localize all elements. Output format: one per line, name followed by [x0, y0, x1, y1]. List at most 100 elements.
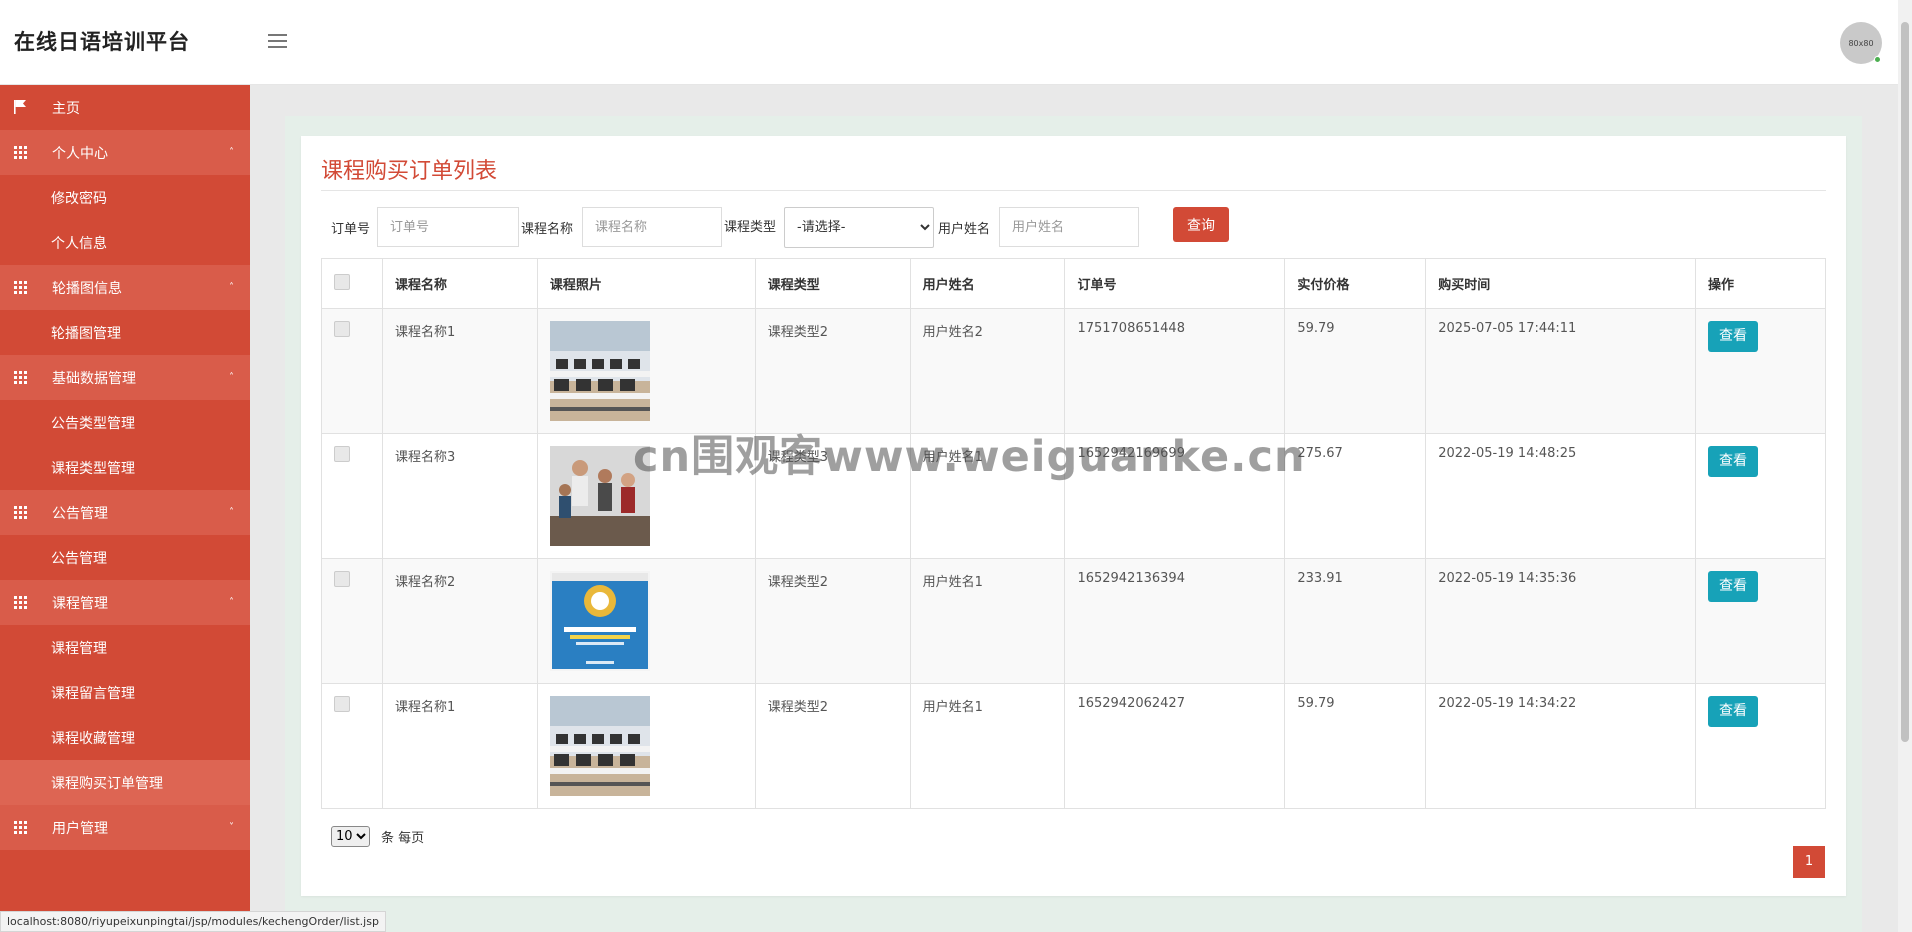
column-header: 课程照片: [536, 258, 756, 309]
top-header: 在线日语培训平台 80x80: [0, 0, 1898, 85]
order-no-cell: 1652942136394: [1064, 558, 1286, 684]
sidebar-item[interactable]: 个人信息: [0, 220, 250, 265]
course-type-cell: 课程类型2: [754, 308, 911, 434]
sidebar-item[interactable]: 课程购买订单管理: [0, 760, 250, 805]
sidebar-group[interactable]: 课程管理 ˄: [0, 580, 250, 625]
course-photo-cell: [536, 683, 756, 809]
caret-icon: ˄: [229, 372, 234, 383]
column-header: 操作: [1695, 258, 1826, 309]
course-type-label: 课程类型: [724, 220, 777, 235]
sidebar-group-label: 个人中心: [52, 145, 108, 162]
app-title: 在线日语培训平台: [14, 30, 190, 54]
purchase-time-cell: 2025-07-05 17:44:11: [1425, 308, 1697, 434]
user-name-cell: 用户姓名2: [909, 308, 1066, 434]
sidebar-item[interactable]: 公告管理: [0, 535, 250, 580]
column-header: 课程名称: [381, 258, 538, 309]
sidebar-item[interactable]: 修改密码: [0, 175, 250, 220]
course-name-input[interactable]: [582, 207, 722, 247]
row-checkbox[interactable]: [334, 446, 350, 462]
user-name-cell: 用户姓名1: [909, 558, 1066, 684]
course-photo-cell: [536, 308, 756, 434]
menu-toggle-icon[interactable]: [268, 34, 287, 49]
sidebar-group[interactable]: 轮播图信息 ˄: [0, 265, 250, 310]
grid-icon: [14, 821, 27, 834]
action-cell: 查看: [1695, 433, 1826, 559]
view-button[interactable]: 查看: [1708, 571, 1759, 602]
sidebar-item[interactable]: 轮播图管理: [0, 310, 250, 355]
order-no-cell: 1751708651448: [1064, 308, 1286, 434]
order-no-cell: 1652942062427: [1064, 683, 1286, 809]
row-checkbox[interactable]: [334, 571, 350, 587]
select-all-cell: [321, 258, 383, 309]
user-name-cell: 用户姓名1: [909, 683, 1066, 809]
view-button[interactable]: 查看: [1708, 446, 1759, 477]
course-photo: [549, 696, 650, 796]
page-size-select[interactable]: 10: [331, 826, 370, 847]
sidebar-item-home[interactable]: 主页: [0, 85, 250, 130]
orders-table: 课程名称 课程照片 课程类型 用户姓名 订单号 实付价格 购买时间 操作 课程名…: [321, 258, 1826, 809]
course-name-label: 课程名称: [521, 222, 574, 237]
sidebar-group-label: 轮播图信息: [52, 280, 122, 297]
action-cell: 查看: [1695, 683, 1826, 809]
watermark: cn围观客www.weiguanke.cn: [633, 432, 1306, 482]
select-cell: [321, 433, 383, 559]
scrollbar-thumb[interactable]: [1901, 22, 1909, 742]
select-all-checkbox[interactable]: [334, 273, 350, 290]
table-row: 课程名称1 课程类型2 用户姓名2 1751708651448 59.79 2025-07…: [321, 308, 1826, 434]
view-button[interactable]: 查看: [1708, 321, 1759, 352]
sidebar-group-label: 用户管理: [52, 820, 108, 837]
search-button[interactable]: 查询: [1173, 207, 1229, 242]
title-divider: [321, 190, 1826, 191]
sidebar-group[interactable]: 公告管理 ˄: [0, 490, 250, 535]
table-row: 课程名称2 课程类型2 用户姓名1 1652942136394 233.91 2022-0…: [321, 558, 1826, 684]
order-no-input[interactable]: [377, 207, 519, 247]
purchase-time-cell: 2022-05-19 14:35:36: [1425, 558, 1697, 684]
pagination-page-button[interactable]: 1: [1793, 846, 1825, 878]
select-cell: [321, 308, 383, 434]
page-title: 课程购买订单列表: [321, 159, 498, 184]
action-cell: 查看: [1695, 308, 1826, 434]
course-type-select[interactable]: -请选择-: [784, 207, 934, 248]
sidebar-item[interactable]: 课程管理: [0, 625, 250, 670]
table-row: 课程名称1 课程类型2 用户姓名1 1652942062427 59.79 2022-05…: [321, 683, 1826, 809]
course-type-cell: 课程类型2: [754, 683, 911, 809]
column-header: 课程类型: [754, 258, 911, 309]
column-header: 实付价格: [1284, 258, 1427, 309]
course-name-cell: 课程名称1: [381, 683, 538, 809]
select-cell: [321, 683, 383, 809]
sidebar-item[interactable]: 公告类型管理: [0, 400, 250, 445]
course-name-cell: 课程名称2: [381, 558, 538, 684]
sidebar-group-label: 课程管理: [52, 595, 108, 612]
user-name-input[interactable]: [999, 207, 1139, 247]
grid-icon: [14, 146, 27, 159]
sidebar-group[interactable]: 用户管理 ˅: [0, 805, 250, 850]
price-cell: 275.67: [1284, 433, 1427, 559]
scrollbar[interactable]: [1898, 0, 1912, 932]
view-button[interactable]: 查看: [1708, 696, 1759, 727]
sidebar-item[interactable]: 课程类型管理: [0, 445, 250, 490]
course-name-cell: 课程名称3: [381, 433, 538, 559]
price-cell: 233.91: [1284, 558, 1427, 684]
status-bar-url: localhost:8080/riyupeixunpingtai/jsp/mod…: [0, 911, 386, 932]
select-cell: [321, 558, 383, 684]
row-checkbox[interactable]: [334, 321, 350, 337]
table-header-row: 课程名称 课程照片 课程类型 用户姓名 订单号 实付价格 购买时间 操作: [321, 258, 1826, 309]
sidebar-group[interactable]: 基础数据管理 ˄: [0, 355, 250, 400]
sidebar-item[interactable]: 课程留言管理: [0, 670, 250, 715]
row-checkbox[interactable]: [334, 696, 350, 712]
caret-icon: ˄: [229, 147, 234, 158]
price-cell: 59.79: [1284, 308, 1427, 434]
course-name-cell: 课程名称1: [381, 308, 538, 434]
flag-icon: [14, 100, 26, 114]
sidebar-item-label: 主页: [52, 100, 80, 117]
grid-icon: [14, 596, 27, 609]
sidebar-group[interactable]: 个人中心 ˄: [0, 130, 250, 175]
order-no-label: 订单号: [331, 222, 371, 237]
caret-icon: ˄: [229, 507, 234, 518]
sidebar-item[interactable]: 课程收藏管理: [0, 715, 250, 760]
course-photo: [549, 321, 650, 421]
sidebar: 主页 个人中心 ˄ 修改密码 个人信息 轮播图信息 ˄ 轮播图管理 基础数据管理 ˄ 公告类型管理…: [0, 85, 250, 932]
grid-icon: [14, 371, 27, 384]
caret-icon: ˄: [229, 597, 234, 608]
sidebar-group-label: 公告管理: [52, 505, 108, 522]
